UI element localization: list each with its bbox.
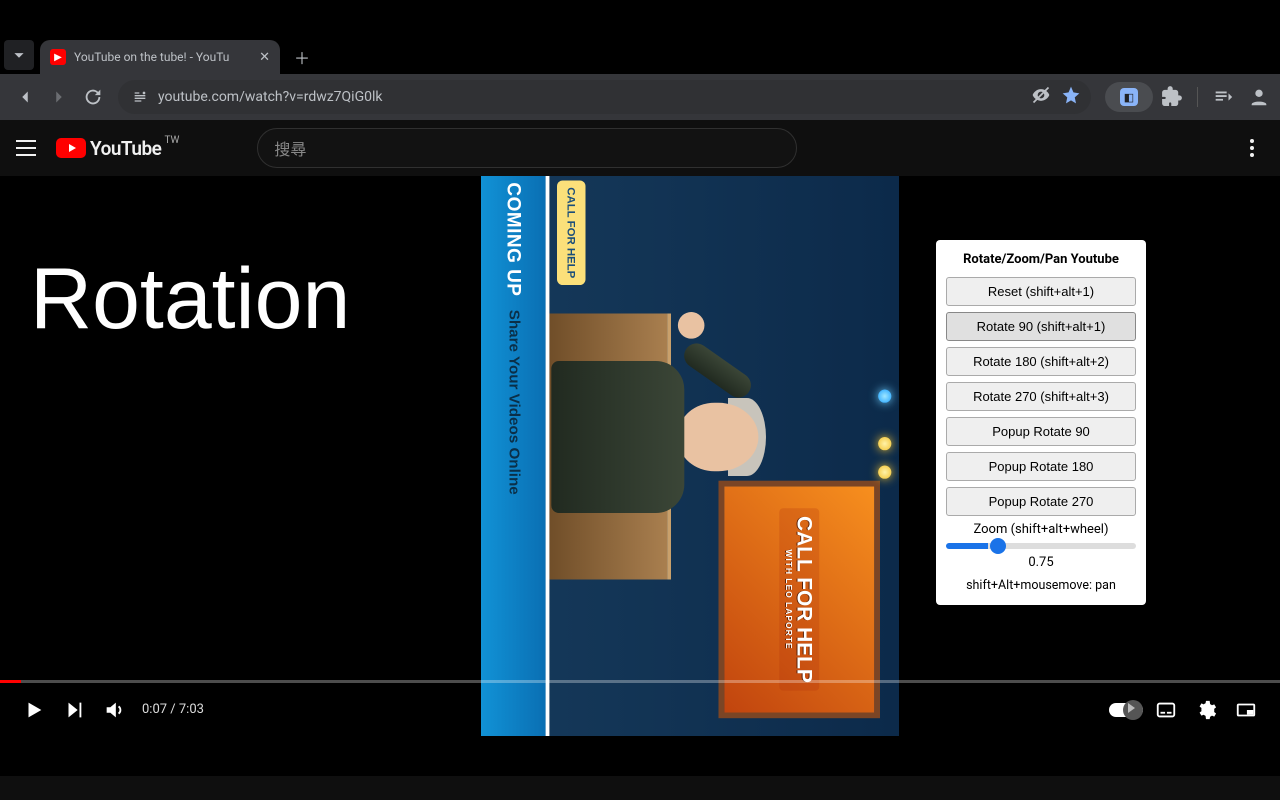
toolbar-separator: [1197, 87, 1198, 107]
popup-rotate-90-button[interactable]: Popup Rotate 90: [946, 417, 1136, 446]
back-button[interactable]: [8, 80, 42, 114]
zoom-value: 0.75: [946, 555, 1136, 570]
lower-third-bar: COMING UP Share Your Videos Online: [481, 176, 549, 736]
autoplay-toggle[interactable]: [1106, 690, 1146, 730]
next-button[interactable]: [54, 690, 94, 730]
time-display: 0:07 / 7:03: [142, 702, 204, 717]
volume-button[interactable]: [94, 690, 134, 730]
active-extension-icon[interactable]: ◧: [1105, 82, 1153, 112]
rotate-270-button[interactable]: Rotate 270 (shift+alt+3): [946, 382, 1136, 411]
popup-rotate-270-button[interactable]: Popup Rotate 270: [946, 487, 1136, 516]
bookmark-star-icon[interactable]: [1061, 85, 1081, 109]
incognito-eye-icon[interactable]: [1031, 85, 1051, 109]
site-info-icon[interactable]: [128, 85, 152, 109]
youtube-favicon-icon: ▶: [50, 49, 66, 65]
video-content: CALL FOR HELP WITH LEO LAPORTE CAL: [480, 176, 900, 736]
captions-button[interactable]: [1146, 690, 1186, 730]
url-text: youtube.com/watch?v=rdwz7QiG0lk: [158, 89, 1023, 105]
forward-button[interactable]: [42, 80, 76, 114]
coming-up-sub: Share Your Videos Online: [505, 310, 522, 495]
new-tab-button[interactable]: ＋: [288, 43, 316, 71]
play-button[interactable]: [14, 690, 54, 730]
youtube-play-icon: [56, 138, 86, 158]
tv-screen-sub: WITH LEO LAPORTE: [783, 516, 792, 683]
extension-title: Rotate/Zoom/Pan Youtube: [946, 252, 1136, 267]
rotate-90-button[interactable]: Rotate 90 (shift+alt+1): [946, 312, 1136, 341]
light-dot-icon: [878, 466, 891, 479]
theater-mode-button[interactable]: [1226, 690, 1266, 730]
tab-title: YouTube on the tube! - YouTu: [74, 50, 253, 64]
settings-kebab-icon[interactable]: [1240, 136, 1264, 160]
address-bar[interactable]: youtube.com/watch?v=rdwz7QiG0lk: [118, 80, 1091, 114]
search-input[interactable]: 搜尋: [257, 128, 797, 168]
settings-gear-icon[interactable]: [1186, 690, 1226, 730]
coming-up-label: COMING UP: [502, 182, 524, 296]
presenter-graphic: [549, 361, 758, 513]
browser-tab[interactable]: ▶ YouTube on the tube! - YouTu ✕: [40, 40, 280, 74]
reload-button[interactable]: [76, 80, 110, 114]
popup-rotate-180-button[interactable]: Popup Rotate 180: [946, 452, 1136, 481]
tab-list-dropdown[interactable]: [4, 40, 34, 70]
zoom-slider[interactable]: [946, 543, 1136, 549]
extension-popup: Rotate/Zoom/Pan Youtube Reset (shift+alt…: [936, 240, 1146, 605]
below-video-area: [0, 736, 1280, 776]
youtube-logo[interactable]: YouTube TW: [56, 137, 161, 160]
tv-screen-title: CALL FOR HELP: [793, 516, 817, 683]
light-dot-icon: [878, 437, 891, 450]
profile-icon[interactable]: [1242, 80, 1276, 114]
youtube-logo-text: YouTube: [90, 137, 161, 160]
extensions-puzzle-icon[interactable]: [1155, 80, 1189, 114]
close-tab-icon[interactable]: ✕: [259, 50, 270, 65]
zoom-label: Zoom (shift+alt+wheel): [946, 522, 1136, 537]
pan-hint: shift+Alt+mousemove: pan: [946, 578, 1136, 593]
reset-button[interactable]: Reset (shift+alt+1): [946, 277, 1136, 306]
overlay-rotation-text: Rotation: [30, 256, 350, 342]
search-placeholder: 搜尋: [274, 136, 306, 160]
lower-third-pill: CALL FOR HELP: [557, 181, 586, 286]
reading-list-icon[interactable]: [1206, 80, 1240, 114]
hamburger-menu-icon[interactable]: [16, 136, 40, 160]
rotate-180-button[interactable]: Rotate 180 (shift+alt+2): [946, 347, 1136, 376]
youtube-region: TW: [164, 135, 179, 146]
light-dot-icon: [878, 390, 891, 403]
